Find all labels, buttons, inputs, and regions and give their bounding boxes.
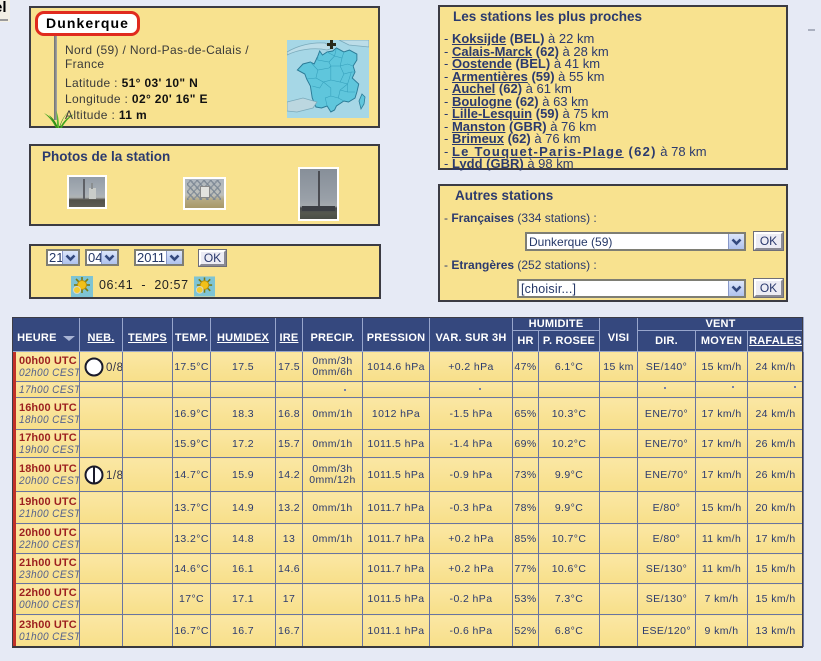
svg-text:0/8: 0/8 bbox=[106, 362, 123, 374]
svg-text:1/8: 1/8 bbox=[106, 470, 123, 482]
